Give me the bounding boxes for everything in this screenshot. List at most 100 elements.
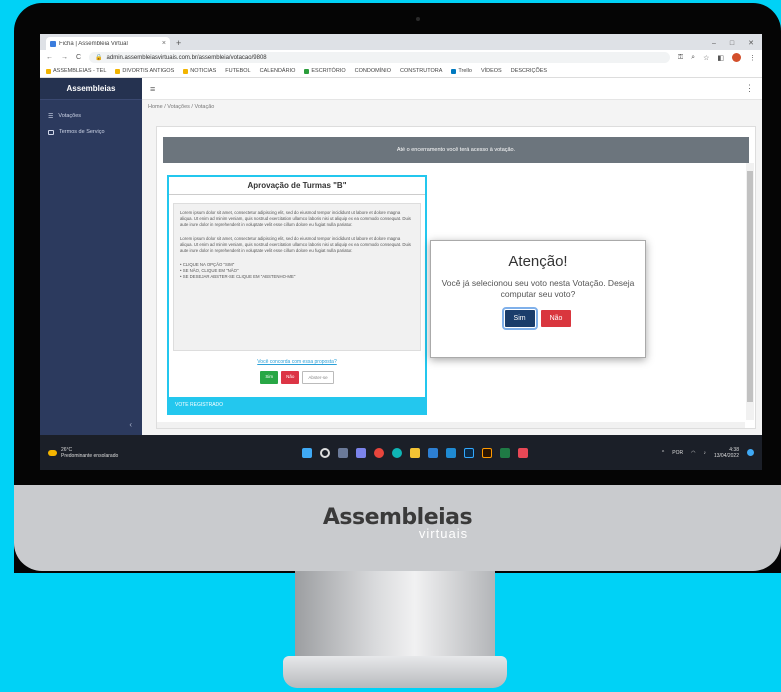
forward-icon[interactable]: → [61,54,68,61]
start-icon[interactable] [301,447,312,458]
bookmark-item[interactable]: DIVORTIS ANTIGOS [115,68,174,74]
hamburger-icon[interactable]: ≡ [150,84,155,94]
confirm-modal: Atenção! Você já selecionou seu voto nes… [430,240,646,358]
sidebar-item-label: Termos de Serviço [59,129,105,135]
modal-title: Atenção! [508,253,568,270]
photoshop-icon[interactable] [463,447,474,458]
description-paragraph: Lorem ipsum dolor sit amet, consectetur … [180,236,411,253]
mail-icon[interactable] [445,447,456,458]
monitor-stand-neck [295,571,495,661]
monitor-stand-base [283,656,507,688]
lock-icon: 🔒 [95,55,103,61]
vertical-scrollbar[interactable] [746,163,754,420]
bookmarks-bar: ASSEMBLEIAS - TEL DIVORTIS ANTIGOS NOTIC… [40,65,762,78]
extensions-icon[interactable]: ◧ [717,54,724,62]
list-icon: ☰ [48,113,54,120]
vote-no-button[interactable]: Não [281,371,300,384]
browser-tab[interactable]: Ficha | Assembleia Virtual × [46,37,170,50]
vote-abstain-button[interactable]: Abster-se [302,371,334,384]
info-banner: Até o encerramento você terá acesso à vo… [163,137,749,163]
edge-icon[interactable] [391,447,402,458]
bookmark-item[interactable]: CALENDÁRIO [260,68,296,74]
modal-confirm-button[interactable]: Sim [501,307,538,330]
sidebar-item-votacoes[interactable]: ☰ Votações [40,108,142,124]
profile-avatar[interactable] [732,53,741,62]
main-content: ≡ ⋮ Home / Votações / Votação Até o ence… [142,78,762,435]
volume-icon[interactable]: ♪ [703,450,706,456]
excel-icon[interactable] [499,447,510,458]
browser-toolbar: ← → C 🔒 admin.assembleiasvirtuais.com.br… [40,50,762,65]
more-icon[interactable]: ⋮ [745,83,754,94]
back-icon[interactable]: ← [46,54,53,61]
weather-desc: Predominante ensolarado [61,452,119,459]
breadcrumb: Home / Votações / Votação [148,104,215,110]
modal-actions: Sim Não [431,307,645,330]
scrollbar-thumb[interactable] [747,171,753,402]
task-view-icon[interactable] [337,447,348,458]
bookmark-icon [46,68,51,74]
os-taskbar: 26°C Predominante ensolarado ^ POR ◠ ♪ 4… [40,435,762,470]
clock-date: 13/04/2022 [713,452,739,459]
maximize-icon[interactable]: □ [730,37,734,50]
horizontal-scrollbar[interactable] [157,422,745,428]
camera-dot [416,17,420,21]
browser-tabbar: Ficha | Assembleia Virtual × + – □ ✕ [40,34,762,50]
modal-message: Você já selecionou seu voto nesta Votaçã… [441,278,635,299]
address-text: admin.assembleiasvirtuais.com.br/assembl… [106,54,267,61]
vote-question: Você concorda com essa proposta? [257,359,337,365]
sidebar-item-termos[interactable]: Termos de Serviço [40,124,142,140]
bookmark-item[interactable]: CONDOMÍNIO [355,68,391,74]
menu-dots-icon[interactable]: ⋮ [749,54,756,62]
taskbar-apps [168,447,662,458]
bookmark-item[interactable]: DESCRIÇÕES [511,68,547,74]
bookmark-item[interactable]: VÍDEOS [481,68,502,74]
folder-icon [304,68,310,74]
vote-yes-button[interactable]: Sim [260,371,279,384]
bookmark-item[interactable]: Trello [451,68,472,74]
modal-cancel-button[interactable]: Não [540,310,572,327]
reload-icon[interactable]: C [76,54,81,61]
chat-icon[interactable] [355,447,366,458]
weather-widget[interactable]: 26°C Predominante ensolarado [48,447,168,459]
card-title: Aprovação de Turmas "B" [169,177,425,195]
tab-title: Ficha | Assembleia Virtual [59,40,128,47]
minimize-icon[interactable]: – [712,37,716,50]
monitor-logo: Assembleias virtuais [14,505,781,541]
description-paragraph: Lorem ipsum dolor sit amet, consectetur … [180,210,411,227]
sidebar-brand[interactable]: Assembleias [40,78,142,100]
screen: Ficha | Assembleia Virtual × + – □ ✕ ← →… [40,34,762,470]
sidebar-item-label: Votações [58,113,82,119]
window-controls: – □ ✕ [712,37,762,50]
new-tab-button[interactable]: + [176,37,181,50]
star-icon[interactable]: ☆ [703,54,709,62]
clock[interactable]: 4:38 13/04/2022 [714,447,739,459]
tab-close-icon[interactable]: × [162,40,166,47]
card-footer-status: VOTE REGISTRADO [169,397,425,413]
bookmark-item[interactable]: ASSEMBLEIAS - TEL [46,68,106,74]
folder-icon [115,68,121,74]
bookmark-item[interactable]: NOTICIAS [183,68,216,74]
notification-icon[interactable] [747,449,754,456]
explorer-icon[interactable] [409,447,420,458]
folder-icon [183,68,189,74]
instruction-item: • SE DESEJAR ABSTER-SE CLIQUE EM "ABSTEN… [180,274,296,279]
zoom-icon[interactable]: ⌕ [691,54,695,62]
store-icon[interactable] [427,447,438,458]
main-header: ≡ ⋮ [142,78,762,100]
bookmark-item[interactable]: ESCRITÓRIO [304,68,346,74]
bookmark-item[interactable]: FUTEBOL [225,68,250,74]
search-icon[interactable] [319,447,330,458]
collapse-sidebar-icon[interactable]: ‹ [129,420,132,429]
app-icon[interactable] [517,447,528,458]
bookmark-item[interactable]: CONSTRUTORA [400,68,442,74]
illustrator-icon[interactable] [481,447,492,458]
chrome-icon[interactable] [373,447,384,458]
chevron-up-icon[interactable]: ^ [662,450,664,456]
key-icon[interactable]: ⚿ [678,54,683,62]
voting-card: Aprovação de Turmas "B" Lorem ipsum dolo… [167,175,427,415]
close-window-icon[interactable]: ✕ [748,37,754,50]
document-icon [48,129,54,135]
wifi-icon[interactable]: ◠ [691,450,695,456]
address-bar[interactable]: 🔒 admin.assembleiasvirtuais.com.br/assem… [89,52,670,63]
language-indicator[interactable]: POR [672,450,683,456]
